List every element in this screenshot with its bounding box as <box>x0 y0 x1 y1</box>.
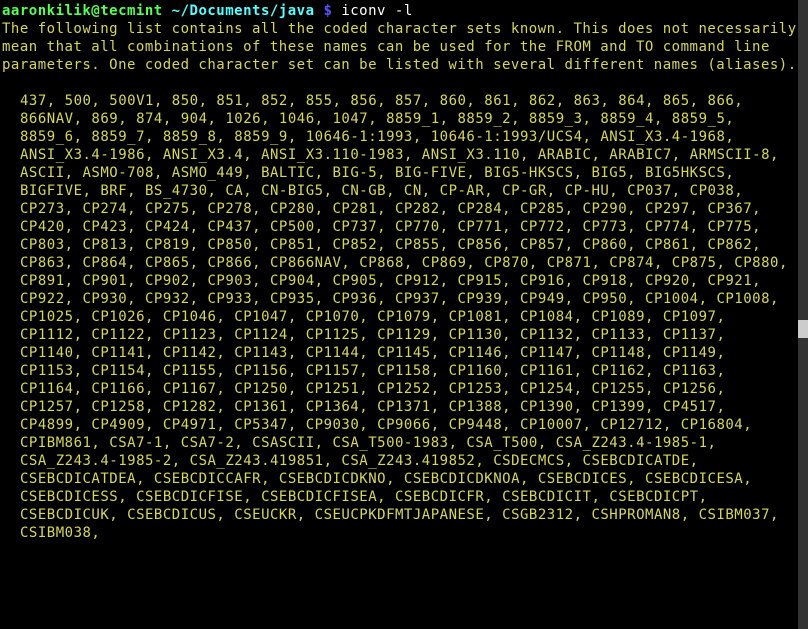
prompt-line: aaronkilik@tecmint ~/Documents/java $ ic… <box>2 2 808 20</box>
command-text: iconv -l <box>341 3 412 19</box>
output-codesets: 437, 500, 500V1, 850, 851, 852, 855, 856… <box>2 92 792 542</box>
prompt-dollar: $ <box>315 3 342 19</box>
scrollbar-track[interactable] <box>798 0 808 629</box>
prompt-path <box>163 3 172 19</box>
prompt-path-text: ~/Documents/java <box>172 3 315 19</box>
blank-line <box>2 74 808 92</box>
prompt-user: aaronkilik@tecmint <box>2 3 163 19</box>
scrollbar-thumb[interactable] <box>798 320 808 338</box>
output-description: The following list contains all the code… <box>2 20 808 74</box>
terminal-viewport[interactable]: aaronkilik@tecmint ~/Documents/java $ ic… <box>2 2 808 542</box>
